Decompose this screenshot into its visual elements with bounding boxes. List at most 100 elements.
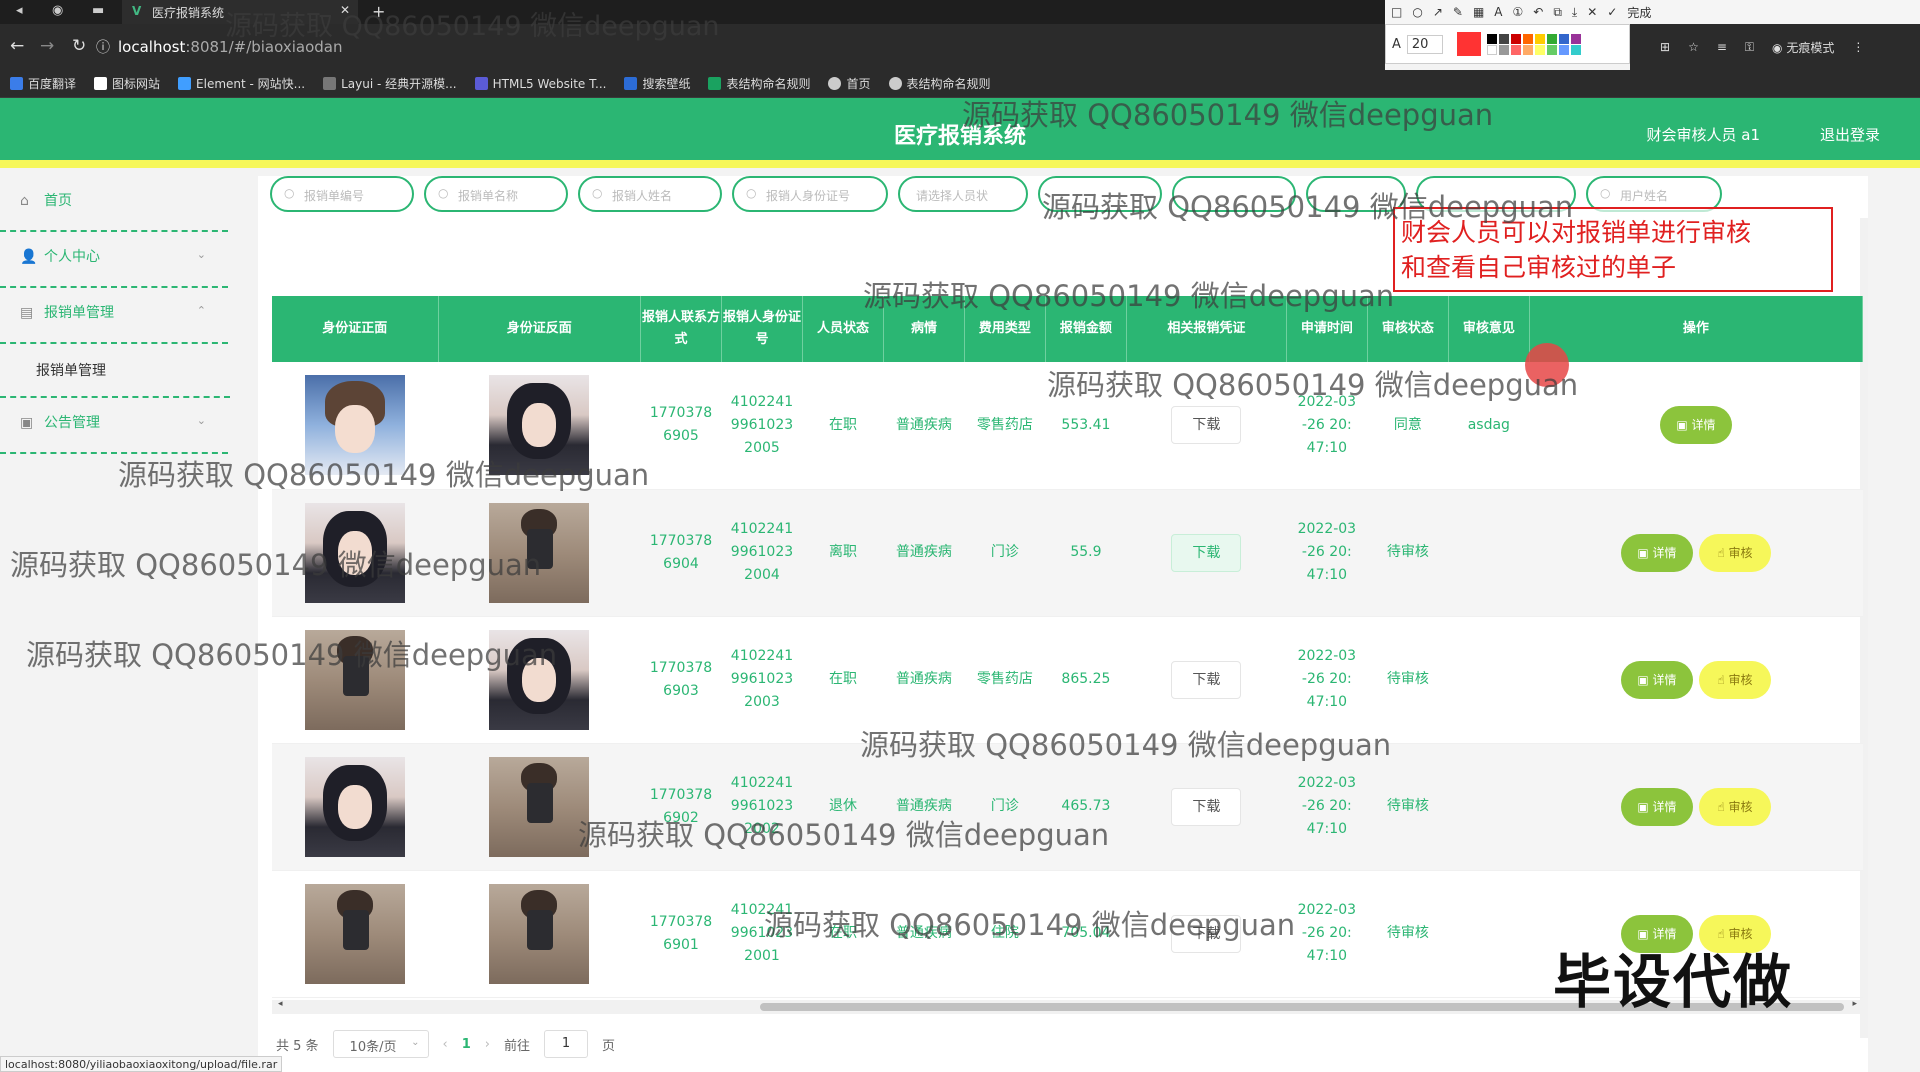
bookmark-item[interactable]: 表结构命名规则	[708, 75, 810, 92]
download-button[interactable]: 下载	[1171, 660, 1242, 699]
pagination: 共 5 条 10条/页 ⌄ ‹ 1 › 前往 1 页	[276, 1030, 615, 1058]
page-number[interactable]: 1	[462, 1037, 471, 1052]
cell-amount: 553.41	[1045, 362, 1127, 490]
id-back-image[interactable]	[489, 756, 590, 857]
page-size-select[interactable]: 10条/页 ⌄	[332, 1030, 429, 1058]
sidebar-item-home[interactable]: ⌂ 首页	[0, 176, 228, 232]
cell-apply-time: 2022-03 -26 20: 47:10	[1286, 362, 1368, 490]
search-input-applicant-id[interactable]: ○ 报销人身份证号	[732, 176, 888, 212]
search-input-bill-no[interactable]: ○ 报销单编号	[270, 176, 414, 212]
search-input-applicant-name[interactable]: ○ 报销人姓名	[578, 176, 722, 212]
back-icon[interactable]: ←	[10, 36, 24, 56]
close-tab-icon[interactable]: ✕	[340, 3, 350, 17]
font-icon: A	[1392, 36, 1401, 52]
cell-actions: ▣ 详情 ☝ 审核	[1529, 489, 1863, 617]
circle-tool-icon[interactable]: ○	[1412, 5, 1422, 19]
key-icon[interactable]: ⚿	[1745, 40, 1754, 55]
bookmark-item[interactable]: 首页	[828, 75, 871, 92]
download-button[interactable]: 下载	[1171, 533, 1242, 572]
browser-tab[interactable]: V 医疗报销系统 ✕	[122, 0, 358, 24]
sidebar-item-reimbursement[interactable]: ▤ 报销单管理 ⌃	[0, 288, 228, 344]
star-icon[interactable]: ☆	[1688, 40, 1699, 54]
id-front-image[interactable]	[305, 756, 406, 857]
audit-button[interactable]: ☝ 审核	[1698, 787, 1771, 826]
url-field[interactable]: localhost:8081/#/biaoxiaodan	[118, 38, 342, 56]
bookmark-item[interactable]: 搜索壁纸	[624, 75, 690, 92]
cell-apply-time: 2022-03 -26 20: 47:10	[1286, 870, 1368, 998]
chevron-up-icon: ⌃	[196, 304, 206, 317]
number-tool-icon[interactable]: ①	[1513, 5, 1524, 19]
window-icon[interactable]: ▬	[92, 3, 104, 18]
bookmark-item[interactable]: 图标网站	[94, 75, 160, 92]
cell-id-back	[438, 743, 641, 871]
bookmark-item[interactable]: 百度翻译	[10, 75, 76, 92]
bookmark-item[interactable]: HTML5 Website T...	[474, 76, 606, 91]
sidebar-item-notice[interactable]: ▣ 公告管理 ⌄	[0, 398, 228, 454]
rect-tool-icon[interactable]: □	[1391, 5, 1402, 19]
id-back-image[interactable]	[489, 629, 590, 730]
text-tool-icon[interactable]: A	[1494, 5, 1502, 19]
cell-actions: ▣ 详情	[1529, 362, 1863, 490]
mosaic-tool-icon[interactable]: ▦	[1473, 5, 1484, 19]
detail-button[interactable]: ▣ 详情	[1659, 406, 1732, 445]
translate-icon[interactable]: ⊞	[1660, 40, 1670, 54]
cell-voucher: 下载	[1126, 616, 1287, 744]
logout-button[interactable]: 退出登录	[1820, 124, 1880, 145]
id-front-image[interactable]	[305, 629, 406, 730]
id-back-image[interactable]	[489, 502, 590, 603]
goto-page-input[interactable]: 1	[544, 1030, 589, 1058]
save-icon[interactable]: ⤓	[1572, 5, 1577, 20]
id-back-image[interactable]	[489, 375, 590, 476]
id-front-image[interactable]	[305, 375, 406, 476]
done-label[interactable]: 完成	[1627, 4, 1651, 21]
staff-status-select[interactable]: 请选择人员状	[898, 176, 1028, 212]
bookmark-item[interactable]: 表结构命名规则	[888, 75, 991, 92]
new-tab-icon[interactable]: +	[372, 2, 385, 21]
column-header: 报销金额	[1045, 296, 1127, 362]
cancel-icon[interactable]: ✕	[1587, 5, 1597, 19]
id-back-image[interactable]	[489, 883, 590, 984]
detail-button[interactable]: ▣ 详情	[1620, 660, 1693, 699]
audit-button[interactable]: ☝ 审核	[1698, 533, 1771, 572]
audit-button[interactable]: ☝ 审核	[1698, 660, 1771, 699]
scroll-left-icon[interactable]: ◂	[278, 999, 283, 1009]
speaker-icon[interactable]: ◂	[16, 3, 23, 18]
browser-actions: ⊞ ☆ ≡ ⚿ ◉ 无痕模式 ⋮	[1630, 24, 1920, 70]
detail-button[interactable]: ▣ 详情	[1620, 533, 1693, 572]
cell-idcard: 4102241 9961023 2005	[721, 362, 803, 490]
sidebar-item-personal-center[interactable]: 👤 个人中心 ⌄	[0, 232, 228, 288]
pin-icon[interactable]: ⧉	[1553, 5, 1562, 20]
download-button[interactable]: 下载	[1171, 406, 1242, 445]
id-front-image[interactable]	[305, 502, 406, 603]
pen-tool-icon[interactable]: ✎	[1453, 5, 1463, 19]
next-page-icon[interactable]: ›	[485, 1037, 490, 1052]
search-input-extra-2[interactable]	[1172, 176, 1296, 212]
cell-amount: 705.04	[1045, 870, 1127, 998]
profile-button[interactable]: ◉ 无痕模式	[1772, 39, 1834, 56]
bookmark-item[interactable]: Element - 网站快...	[178, 75, 305, 92]
incognito-icon: ◉	[1772, 40, 1783, 55]
arrow-tool-icon[interactable]: ↗	[1433, 5, 1443, 19]
bookmark-item[interactable]: Layui - 经典开源模...	[323, 75, 457, 92]
search-input-bill-name[interactable]: ○ 报销单名称	[424, 176, 568, 212]
current-color-swatch[interactable]	[1457, 32, 1482, 56]
search-input-extra-3[interactable]	[1306, 176, 1406, 212]
pen-size-select[interactable]: 20	[1406, 34, 1444, 54]
menu-icon[interactable]: ⋮	[1852, 40, 1864, 54]
sidebar-subitem-reimbursement-list[interactable]: 报销单管理	[0, 344, 230, 398]
forward-icon[interactable]: →	[40, 36, 54, 56]
download-button[interactable]: 下载	[1171, 787, 1242, 826]
detail-button[interactable]: ▣ 详情	[1620, 787, 1693, 826]
reading-list-icon[interactable]: ≡	[1717, 40, 1727, 54]
info-icon[interactable]: ⓘ	[96, 37, 110, 57]
scroll-right-icon[interactable]: ▸	[1852, 999, 1857, 1009]
download-button[interactable]: 下载	[1171, 914, 1242, 953]
id-front-image[interactable]	[305, 883, 406, 984]
reload-icon[interactable]: ↻	[72, 36, 86, 56]
undo-icon[interactable]: ↶	[1533, 5, 1543, 19]
search-input-extra-1[interactable]	[1038, 176, 1162, 212]
prev-page-icon[interactable]: ‹	[443, 1037, 448, 1052]
done-icon[interactable]: ✓	[1607, 5, 1617, 19]
cell-audit-opinion	[1448, 870, 1530, 998]
color-palette[interactable]	[1487, 33, 1582, 55]
